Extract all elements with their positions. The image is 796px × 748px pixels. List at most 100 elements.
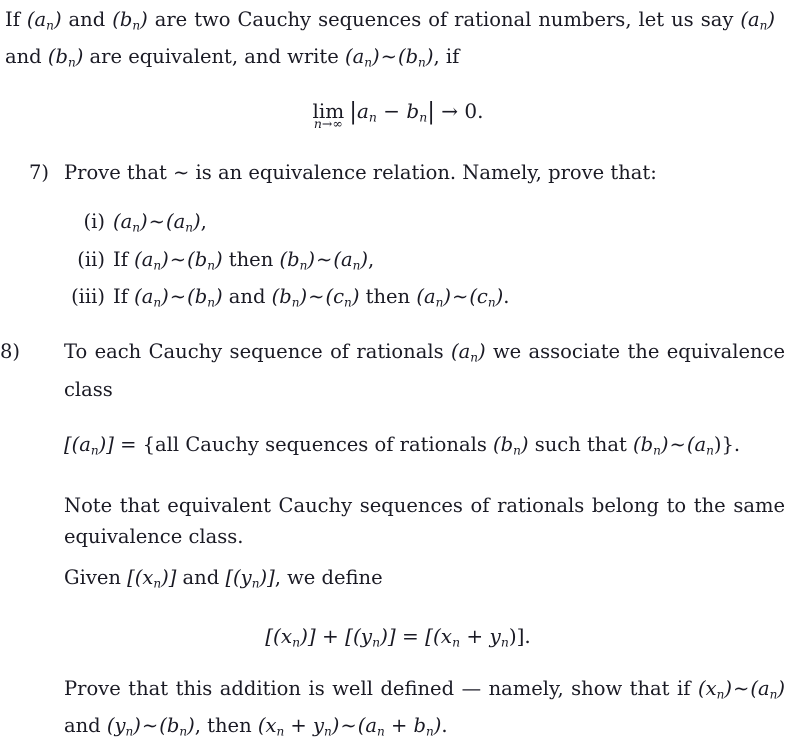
math-seq-x-wd: (xn) bbox=[698, 676, 732, 702]
addition-close: )]. bbox=[508, 623, 531, 648]
set-description-2: such that bbox=[528, 432, 634, 456]
given-suffix: , we define bbox=[274, 566, 383, 590]
spacer-before-addition-eq bbox=[0, 600, 796, 624]
math-sequence-b-1: (bn) bbox=[112, 8, 148, 33]
math-class-x-left: [(xn)] bbox=[265, 623, 316, 649]
welldefined-text2: namely, show that if bbox=[481, 676, 698, 700]
welldefined-text1: Prove that this addition is well defined bbox=[64, 676, 462, 700]
intro-text-part6: , if bbox=[433, 45, 460, 69]
intro-text-part1: If bbox=[5, 8, 27, 31]
spacer-after-limit bbox=[0, 133, 796, 157]
equivalence-symbol-ii-2: ∼ bbox=[315, 247, 333, 271]
spacer-after-class-eq bbox=[0, 466, 796, 490]
math-seq-b-iii: (bn) bbox=[187, 285, 223, 310]
math-class-bracket-a: [(an)] bbox=[64, 432, 114, 458]
math-sequence-a-1: (an) bbox=[26, 8, 62, 33]
equivalence-symbol-iii-3: ∼ bbox=[451, 285, 469, 308]
item-number-8: 8) bbox=[0, 340, 21, 364]
math-seq-b2-iii: (bn) bbox=[271, 285, 308, 310]
math-seq-b-ii: (bn) bbox=[187, 247, 223, 272]
equivalence-symbol-ii-1: ∼ bbox=[169, 247, 187, 271]
math-set-var-b2: (bn) bbox=[633, 432, 669, 458]
limit-value: 0. bbox=[464, 99, 484, 124]
subitem-label-iii: (iii) bbox=[71, 285, 105, 308]
note-paragraph: Note that equivalent Cauchy sequences of… bbox=[0, 490, 793, 552]
math-seq-c-iii: (cn) bbox=[325, 285, 360, 310]
equivalence-symbol-wd-3: ∼ bbox=[340, 714, 357, 738]
subitem-iii-prefix: If bbox=[113, 285, 135, 308]
math-sum-xy-wd: (xn + yn) bbox=[257, 714, 340, 739]
math-sequence-b-2: (bn) bbox=[47, 45, 84, 70]
limit-expression: lim n→∞ |an − bn| → 0. bbox=[312, 99, 484, 132]
math-seq-a-ii: (an) bbox=[134, 247, 169, 272]
spacer-before-given bbox=[0, 552, 796, 562]
abs-bar-close: | bbox=[427, 99, 435, 126]
item-7-text: Prove that ∼ is an equivalence relation.… bbox=[64, 161, 657, 185]
math-seq-left-i: (an) bbox=[113, 210, 148, 235]
intro-text-part3: are two Cauchy sequences of rational num… bbox=[147, 8, 734, 31]
limit-subscript: n→∞ bbox=[313, 116, 343, 132]
math-seq-right-i: (an) bbox=[165, 210, 201, 235]
set-description-1: all Cauchy sequences of rationals bbox=[155, 432, 494, 456]
exercise-item-8: 8) To each Cauchy sequence of rationals … bbox=[0, 336, 793, 404]
math-sum-ab-wd: (an + bn) bbox=[357, 714, 442, 739]
math-class-x: [(xn)] bbox=[127, 566, 177, 591]
spacer-before-subitems bbox=[0, 188, 796, 206]
welldefined-text4: , then bbox=[194, 714, 258, 738]
welldefined-period: . bbox=[441, 714, 448, 738]
math-seq-a-iii: (an) bbox=[134, 285, 169, 310]
em-dash: — bbox=[461, 676, 482, 700]
equivalence-symbol-iii-2: ∼ bbox=[308, 285, 325, 308]
equals-sign-addition: = bbox=[402, 623, 419, 648]
math-term-b: bn bbox=[406, 99, 428, 125]
intro-text-part5: are equivalent, and write bbox=[83, 45, 345, 69]
subitem-label-i: (i) bbox=[83, 210, 105, 234]
subitem-ii-suffix: , bbox=[367, 247, 375, 271]
math-class-y: [(yn)] bbox=[225, 566, 275, 591]
math-class-sum: [(xn + yn bbox=[425, 623, 509, 649]
math-seq-c2-iii: (cn) bbox=[469, 285, 504, 310]
minus-operator: − bbox=[383, 99, 401, 124]
addition-display-equation: [(xn)] + [(yn)] = [(xn + yn)]. bbox=[0, 624, 796, 649]
math-seq-a-wd: (an) bbox=[750, 676, 785, 702]
equals-sign-class: = bbox=[120, 432, 137, 456]
math-sequence-b-3: (bn) bbox=[397, 45, 434, 70]
given-prefix: Given bbox=[64, 566, 128, 590]
subitem-iii-middle2: then bbox=[359, 285, 417, 308]
subitem-iii-suffix: . bbox=[503, 285, 510, 308]
plus-sign: + bbox=[322, 623, 339, 648]
exercise-item-7: 7) Prove that ∼ is an equivalence relati… bbox=[0, 157, 793, 188]
welldefined-text3: and bbox=[64, 714, 107, 738]
spacer-before-class-eq bbox=[0, 405, 796, 429]
equivalence-symbol-wd-2: ∼ bbox=[141, 714, 159, 738]
spacer-before-welldefined bbox=[0, 649, 796, 673]
class-display-equation: [(an)] = {all Cauchy sequences of ration… bbox=[0, 429, 796, 466]
given-line: Given [(xn)] and [(yn)], we define bbox=[0, 562, 796, 599]
equivalence-symbol-1: ∼ bbox=[380, 45, 397, 69]
subitem-iii-middle: and bbox=[222, 285, 272, 308]
well-defined-paragraph: Prove that this addition is well defined… bbox=[0, 673, 793, 748]
item-number-7: 7) bbox=[28, 161, 49, 185]
math-set-var-b: (bn) bbox=[493, 432, 529, 458]
math-class-y-left: [(yn)] bbox=[345, 623, 396, 649]
equivalence-symbol-class: ∼ bbox=[669, 432, 686, 456]
limit-display-equation: lim n→∞ |an − bn| → 0. bbox=[0, 99, 796, 132]
intro-text-part4: and bbox=[5, 45, 48, 69]
document-page: If (an) and (bn) are two Cauchy sequence… bbox=[0, 0, 796, 739]
spacer-before-item8 bbox=[0, 318, 796, 336]
math-sequence-a-item8: (an) bbox=[450, 340, 486, 365]
limit-operator: lim n→∞ bbox=[312, 99, 345, 132]
intro-text-part2: and bbox=[61, 8, 113, 31]
given-middle: and bbox=[176, 566, 226, 590]
math-term-a: an bbox=[356, 99, 377, 125]
subitem-ii-prefix: If bbox=[113, 247, 135, 271]
subitem-ii: (ii) If (an)∼(bn) then (bn)∼(an), bbox=[0, 244, 793, 281]
math-sequence-a-3: (an) bbox=[344, 45, 380, 70]
set-brace-close: )}. bbox=[713, 432, 741, 456]
intro-paragraph: If (an) and (bn) are two Cauchy sequence… bbox=[0, 0, 783, 79]
equivalence-symbol-wd-1: ∼ bbox=[733, 676, 750, 700]
abs-bar-open: | bbox=[349, 99, 357, 126]
math-seq-a2-iii: (an) bbox=[416, 285, 451, 310]
subitem-label-ii: (ii) bbox=[77, 247, 105, 271]
subitem-i-suffix: , bbox=[200, 210, 207, 234]
